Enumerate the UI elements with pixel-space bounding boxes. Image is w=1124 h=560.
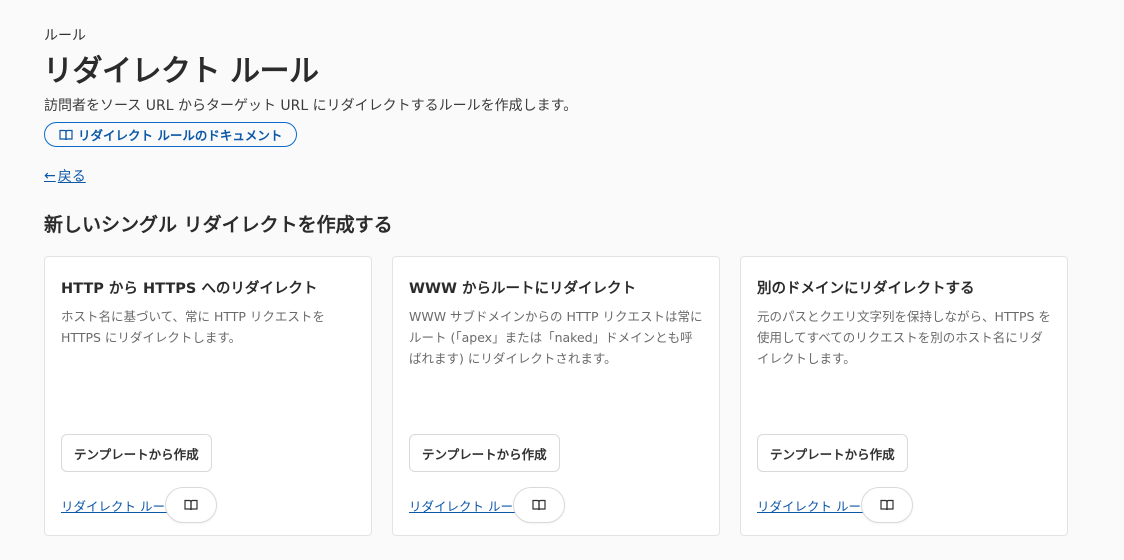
template-card-http-to-https: HTTP から HTTPS へのリダイレクト ホスト名に基づいて、常に HTTP…: [44, 256, 372, 536]
card-description: WWW サブドメインからの HTTP リクエストは常にルート (「apex」また…: [409, 309, 703, 366]
card-title: WWW からルートにリダイレクト: [409, 281, 637, 297]
book-icon: [184, 499, 198, 511]
breadcrumb[interactable]: ルール: [44, 25, 86, 45]
template-card-different-domain: 別のドメインにリダイレクトする 元のパスとクエリ文字列を保持しながら、HTTPS…: [740, 256, 1068, 536]
create-from-template-button[interactable]: テンプレートから作成: [409, 434, 560, 472]
redirect-rule-link[interactable]: リダイレクト ルール: [757, 496, 873, 515]
page-title: リダイレクト ルール: [43, 54, 319, 89]
book-icon: [59, 129, 73, 140]
book-icon: [532, 499, 546, 511]
page: ルール リダイレクト ルール 訪問者をソース URL からターゲット URL に…: [0, 0, 1124, 560]
create-from-template-button[interactable]: テンプレートから作成: [61, 434, 212, 472]
redirect-rule-link[interactable]: リダイレクト ルール: [61, 496, 177, 515]
redirect-rule-link[interactable]: リダイレクト ルール: [409, 496, 525, 515]
docs-link-button[interactable]: リダイレクト ルールのドキュメント: [44, 122, 298, 147]
docs-link-label: リダイレクト ルールのドキュメント: [78, 128, 283, 143]
docs-book-button[interactable]: [165, 487, 217, 523]
card-description: ホスト名に基づいて、常に HTTP リクエストを HTTPS にリダイレクトしま…: [61, 309, 325, 345]
card-title: HTTP から HTTPS へのリダイレクト: [61, 281, 318, 297]
docs-book-button[interactable]: [513, 487, 565, 523]
back-link-label: 戻る: [57, 169, 86, 185]
book-icon: [880, 499, 894, 511]
template-card-www-to-root: WWW からルートにリダイレクト WWW サブドメインからの HTTP リクエス…: [392, 256, 720, 536]
card-description: 元のパスとクエリ文字列を保持しながら、HTTPS を使用してすべてのリクエストを…: [757, 309, 1051, 366]
page-description: 訪問者をソース URL からターゲット URL にリダイレクトするルールを作成し…: [44, 98, 578, 114]
docs-book-button[interactable]: [861, 487, 913, 523]
create-from-template-button[interactable]: テンプレートから作成: [757, 434, 908, 472]
section-title: 新しいシングル リダイレクトを作成する: [44, 214, 393, 236]
card-title: 別のドメインにリダイレクトする: [757, 281, 975, 297]
arrow-left-icon: ←: [44, 168, 56, 184]
back-link[interactable]: ← 戻る: [44, 166, 86, 186]
